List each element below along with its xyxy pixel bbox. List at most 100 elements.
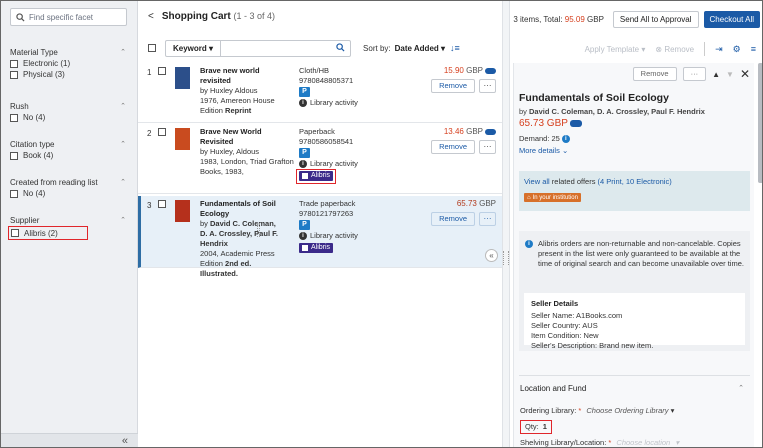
checkout-all-button[interactable]: Checkout All [703,10,760,28]
facet-option-alibris[interactable]: Alibris (2) [8,226,88,240]
checkbox[interactable] [10,151,18,160]
facet-group-rush: Rush ⌃ No (4) [10,100,128,123]
related-offers-box: View all related offers (4 Print, 10 Ele… [519,171,750,211]
seller-country: Seller Country: AUS [531,321,598,330]
cart-item[interactable]: 2 Brave New World Revisited by Huxley, A… [138,124,502,194]
remove-button[interactable]: Remove [431,79,475,93]
gear-icon[interactable]: ⚙ [733,44,741,55]
more-actions-button[interactable]: ··· [479,140,496,154]
chevron-up-icon: ⌃ [120,141,126,148]
supplier-highlight: Alibris [296,169,337,184]
facet-option[interactable]: No (4) [10,112,128,123]
facet-option[interactable]: Electronic (1) [10,58,128,69]
supplier-badge: Alibris [299,171,334,181]
remove-button[interactable]: Remove [431,212,475,226]
view-all-offers-link[interactable]: View all [524,177,550,186]
detail-price: 65.73 GBP [519,118,582,129]
item-title[interactable]: Brave New World Revisited [200,127,285,147]
detail-panel: 3 items, Total: 95.09 GBP Send All to Ap… [510,1,762,447]
cart-item[interactable]: 1 Brave new world revisited by Huxley Al… [138,63,502,123]
library-activity-link[interactable]: i Library activity [299,231,399,241]
demand: Demand: 25 i [519,134,570,143]
checkbox[interactable] [10,113,18,122]
library-activity-label: Library activity [310,159,358,168]
collapse-detail-button[interactable]: « [485,249,498,262]
resize-grip[interactable] [257,223,260,237]
library-activity-link[interactable]: i Library activity [299,98,399,108]
export-icon[interactable]: ⇥ [715,44,723,55]
next-item-icon[interactable]: ▼ [726,70,734,79]
item-number: 2 [147,129,152,138]
more-actions-button[interactable]: ··· [479,79,496,93]
item-bibliographic: Brave New World Revisited by Huxley, Ald… [200,127,294,177]
bulk-remove-button[interactable]: ⊗ Remove [655,45,694,54]
back-chevron-icon[interactable]: < [148,11,154,22]
facet-group-header[interactable]: Material Type ⌃ [10,46,128,58]
checkbox[interactable] [11,229,19,237]
panel-splitter[interactable] [502,1,510,447]
cart-item-selected[interactable]: 3 Fundamentals of Soil Ecology by David … [138,196,502,278]
close-icon[interactable]: ✕ [740,68,750,80]
info-icon: i [525,240,533,248]
cart-toolbar: Keyword ▾ Sort by: Date Added ▾ ↓≡ [148,37,498,59]
offers-counts[interactable]: (4 Print, 10 Electronic) [598,177,672,186]
send-all-to-approval-button[interactable]: Send All to Approval [612,10,699,28]
item-checkbox[interactable] [158,200,166,208]
info-icon[interactable]: i [561,134,570,143]
list-view-icon[interactable]: ≡ [751,44,756,54]
checkbox[interactable] [10,189,18,198]
cart-header: < Shopping Cart (1 - 3 of 4) [138,1,502,33]
facet-group-header[interactable]: Rush ⌃ [10,100,128,112]
apply-template-button[interactable]: Apply Template ▾ [585,45,646,54]
section-title[interactable]: Location and Fund [520,384,586,393]
facet-option[interactable]: Physical (3) [10,69,128,80]
facet-option[interactable]: Book (4) [10,150,128,161]
detail-remove-button[interactable]: Remove [632,67,677,81]
item-title[interactable]: Fundamentals of Soil Ecology [200,199,285,219]
item-publication: 1976, Amereon House [200,96,275,105]
ordering-library-field[interactable]: Ordering Library: * Choose Ordering Libr… [520,406,674,415]
facet-group-header[interactable]: Supplier ⌃ [10,214,128,226]
seller-details: Seller Details Seller Name: A1Books.com … [524,293,745,350]
item-isbn: 9780121797263 [299,209,354,218]
sort-direction-icon[interactable]: ↓≡ [450,43,460,53]
previous-item-icon[interactable]: ▲ [712,70,720,79]
item-format: Cloth/HB [299,66,330,75]
checkbox[interactable] [10,59,18,68]
qty-field[interactable]: Qty: 1 [520,420,552,434]
scrollbar[interactable] [758,63,762,183]
search-icon[interactable] [331,42,350,54]
item-author: by Huxley Aldous [200,86,258,95]
facet-option-label: No (4) [23,113,46,122]
chevron-up-icon[interactable]: ⌃ [738,384,744,392]
item-isbn: 9780586058541 [299,137,354,146]
checkbox[interactable] [10,70,18,79]
sort-select[interactable]: Date Added ▾ [395,44,445,53]
collapse-facets-button[interactable]: « [1,433,138,447]
resize-grip[interactable] [503,251,509,265]
item-actions: Remove ··· [431,212,496,226]
facet-group-reading-list: Created from reading list ⌃ No (4) [10,176,128,199]
detail-more-button[interactable]: ··· [682,67,707,81]
more-actions-button[interactable]: ··· [479,212,496,226]
more-details-link[interactable]: More details ⌄ [519,146,568,155]
facet-search-input[interactable]: Find specific facet [10,8,127,26]
in-institution-badge: ⌂ In your institution [524,193,581,202]
keyword-input[interactable] [221,41,331,56]
remove-button[interactable]: Remove [431,140,475,154]
select-all-checkbox[interactable] [148,44,156,52]
facet-group-header[interactable]: Citation type ⌃ [10,138,128,150]
keyword-select[interactable]: Keyword ▾ [166,40,222,56]
facet-group-header[interactable]: Created from reading list ⌃ [10,176,128,188]
supplier-badge: Alibris [299,243,334,253]
shelving-location-field[interactable]: Shelving Library/Location: * Choose loca… [520,438,679,447]
cart-summary-bar: 3 items, Total: 95.09 GBP Send All to Ap… [510,1,762,37]
item-checkbox[interactable] [158,128,166,136]
physical-badge: P [299,148,310,158]
item-author: by Huxley, Aldous [200,147,260,156]
facet-option[interactable]: No (4) [10,188,128,199]
item-detail-card: Remove ··· ▲ ▼ ✕ Fundamentals of Soil Ec… [513,63,754,447]
item-checkbox[interactable] [158,67,166,75]
item-title[interactable]: Brave new world revisited [200,66,285,86]
library-activity-link[interactable]: i Library activity [299,159,399,169]
